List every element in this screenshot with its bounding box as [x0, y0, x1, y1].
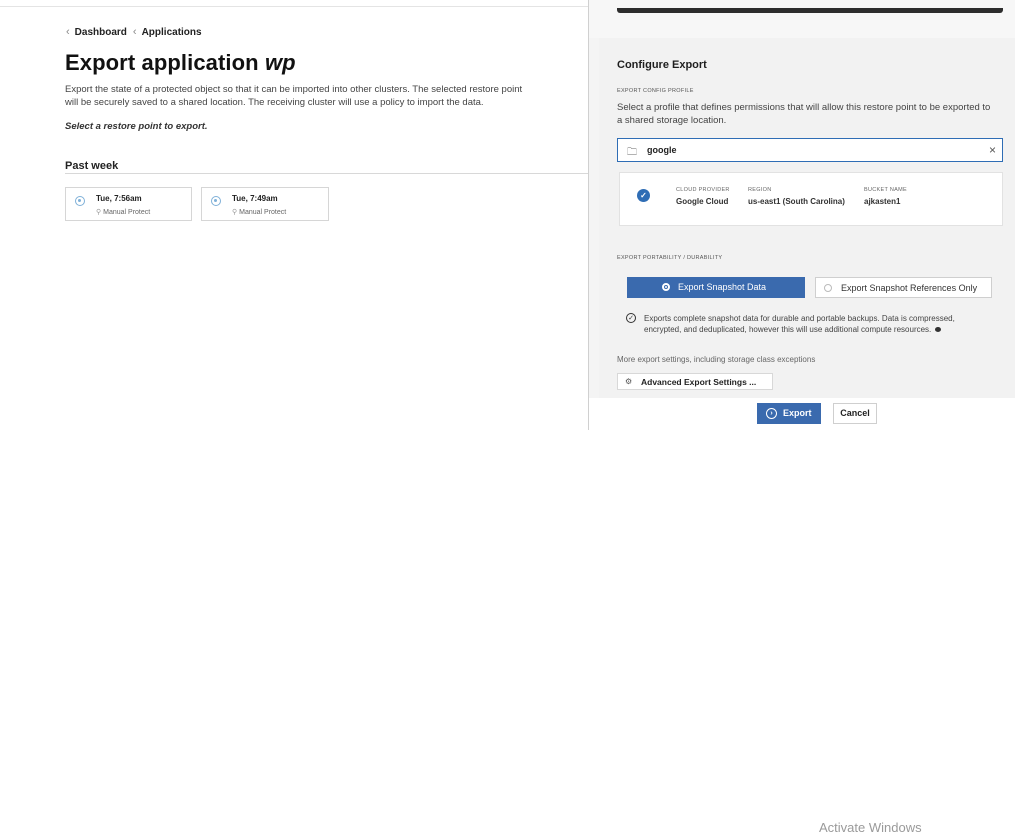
gear-icon: ⚙: [625, 377, 633, 386]
check-circle-icon: ✓: [626, 313, 636, 323]
configure-export-panel: Configure Export EXPORT CONFIG PROFILE S…: [588, 0, 1015, 835]
activate-windows-watermark: Activate Windows: [819, 820, 922, 835]
comment-icon[interactable]: [935, 327, 942, 333]
export-snapshot-references-option[interactable]: Export Snapshot References Only: [815, 277, 992, 298]
profile-details-card: ✓ CLOUD PROVIDER Google Cloud REGION us-…: [619, 172, 1003, 226]
export-button-label: Export: [783, 408, 812, 418]
advanced-export-settings-button[interactable]: ⚙ Advanced Export Settings ...: [617, 373, 773, 390]
page-title: Export application wp: [65, 50, 296, 76]
folder-icon: 🗀: [627, 147, 637, 158]
instruction-text: Select a restore point to export.: [65, 121, 208, 132]
cloud-provider-label: CLOUD PROVIDER: [676, 187, 730, 193]
breadcrumb: ‹ Dashboard ‹ Applications: [66, 26, 208, 38]
section-title: Past week: [65, 160, 119, 172]
export-snapshot-data-option[interactable]: Export Snapshot Data: [627, 277, 805, 298]
page-title-app: wp: [264, 50, 296, 75]
restore-point-time: Tue, 7:49am: [232, 194, 278, 203]
radio-selected-icon: [662, 283, 670, 291]
radio-unselected-icon: [824, 284, 832, 292]
breadcrumb-applications[interactable]: Applications: [142, 27, 202, 38]
option-label: Export Snapshot Data: [678, 282, 767, 292]
cloud-provider-value: Google Cloud: [676, 197, 729, 206]
restore-point-time: Tue, 7:56am: [96, 194, 142, 203]
portability-label: EXPORT PORTABILITY / DURABILITY: [617, 255, 723, 261]
bucket-column: BUCKET NAME ajkasten1: [864, 187, 907, 206]
panel-header-bar: [617, 8, 1003, 13]
advanced-export-settings-label: Advanced Export Settings ...: [641, 377, 757, 387]
restore-point-card[interactable]: Tue, 7:56am ⚲ Manual Protect: [65, 187, 192, 221]
cancel-button[interactable]: Cancel: [833, 403, 877, 424]
panel-body: [599, 38, 1015, 430]
panel-header: [589, 0, 1015, 38]
profile-help: Select a profile that defines permission…: [617, 102, 991, 126]
close-icon[interactable]: ×: [989, 143, 996, 157]
section-divider: [65, 173, 589, 174]
chevron-left-icon: ‹: [66, 26, 70, 38]
restore-point-icon: [75, 196, 85, 206]
bucket-label: BUCKET NAME: [864, 187, 907, 193]
restore-point-icon: [211, 196, 221, 206]
bucket-value: ajkasten1: [864, 197, 901, 206]
user-icon: ⚲: [96, 209, 102, 216]
restore-point-label-text: Manual Protect: [239, 209, 287, 216]
restore-point-card[interactable]: Tue, 7:49am ⚲ Manual Protect: [201, 187, 329, 221]
region-label: REGION: [748, 187, 772, 193]
profile-select-value: google: [647, 145, 677, 155]
restore-point-label: ⚲ Manual Protect: [232, 208, 286, 216]
export-button[interactable]: › Export: [757, 403, 821, 424]
breadcrumb-dashboard[interactable]: Dashboard: [75, 27, 127, 38]
profile-select[interactable]: 🗀 google ×: [617, 138, 1003, 162]
check-icon: ✓: [637, 189, 650, 202]
cloud-provider-column: CLOUD PROVIDER Google Cloud: [676, 187, 730, 206]
region-value: us-east1 (South Carolina): [748, 197, 845, 206]
option-info-text: Exports complete snapshot data for durab…: [644, 313, 994, 335]
restore-point-label-text: Manual Protect: [103, 209, 151, 216]
main-content: ‹ Dashboard ‹ Applications Export applic…: [0, 0, 589, 430]
region-column: REGION us-east1 (South Carolina): [748, 187, 845, 206]
top-divider: [0, 6, 588, 7]
arrow-right-icon: ›: [766, 408, 777, 419]
chevron-left-icon: ‹: [132, 26, 137, 38]
profile-label: EXPORT CONFIG PROFILE: [617, 88, 694, 94]
page-title-prefix: Export application: [65, 50, 259, 75]
page-description: Export the state of a protected object s…: [65, 84, 523, 108]
more-settings-text: More export settings, including storage …: [617, 355, 816, 364]
option-label: Export Snapshot References Only: [841, 283, 978, 293]
configure-export-title: Configure Export: [617, 59, 707, 71]
option-info-body: Exports complete snapshot data for durab…: [644, 314, 955, 334]
user-icon: ⚲: [232, 209, 238, 216]
panel-footer: › Export Cancel Activate Windows: [589, 398, 1015, 835]
restore-point-label: ⚲ Manual Protect: [96, 208, 150, 216]
